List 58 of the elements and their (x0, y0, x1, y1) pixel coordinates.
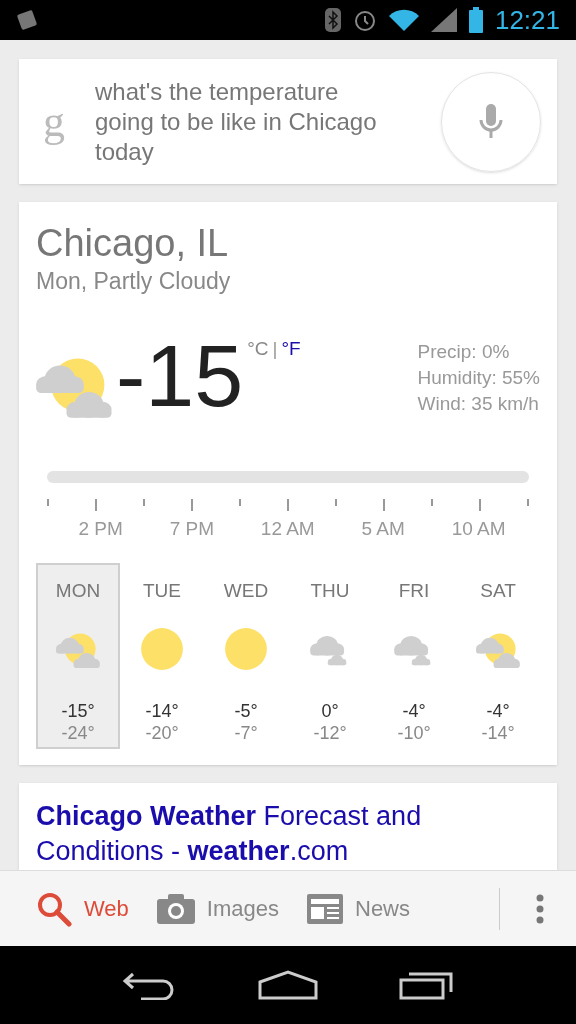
day-name: FRI (398, 579, 430, 603)
weather-detail: Precip: 0% (417, 339, 511, 364)
day-name: WED (223, 579, 269, 603)
unit-toggle[interactable]: °F (281, 334, 301, 363)
high-temperature: 0° (321, 699, 339, 722)
timeline-label: 12 AM (260, 516, 315, 541)
unit-toggle[interactable]: °C (247, 334, 269, 363)
wifi-icon (388, 9, 419, 31)
unit-separator: | (272, 336, 278, 361)
result-link[interactable]: Chicago Weather Forecast and Conditions - weather.com (36, 799, 436, 869)
location-title: Chicago, IL (36, 222, 230, 264)
search-icon (36, 890, 72, 927)
day-name: MON (55, 579, 101, 603)
microphone-icon (479, 103, 503, 140)
alarm-icon (352, 8, 377, 32)
search-tab[interactable]: Web (36, 890, 129, 927)
forecast-day[interactable]: WED -5° -7° (204, 563, 288, 749)
current-temperature: -15 (116, 330, 244, 421)
battery-icon (468, 7, 483, 33)
timeline-label: 2 PM (78, 516, 123, 541)
high-temperature: -14° (145, 699, 179, 722)
low-temperature: -10° (397, 721, 431, 744)
high-temperature: -4° (486, 699, 510, 722)
weather-summary: Mon, Partly Cloudy (36, 267, 232, 296)
camera-icon (156, 893, 195, 924)
timeline-track[interactable] (47, 470, 529, 483)
timeline-label: 10 AM (451, 516, 506, 541)
weather-detail: Wind: 35 km/h (417, 391, 540, 416)
timeline-label: 7 PM (169, 516, 214, 541)
high-temperature: -15° (61, 699, 95, 722)
more-options-icon[interactable] (536, 893, 544, 924)
timeline-label: 5 AM (361, 516, 405, 541)
low-temperature: -20° (145, 721, 179, 744)
forecast-day[interactable]: FRI -4° -10° (372, 563, 456, 749)
clock: 12:21 (494, 3, 560, 37)
low-temperature: -7° (234, 721, 258, 744)
day-name: THU (310, 579, 350, 603)
low-temperature: -12° (313, 721, 347, 744)
day-name: SAT (480, 579, 516, 603)
forecast-day[interactable]: MON -15° -24° (36, 563, 120, 749)
newspaper-icon (307, 893, 343, 924)
bluetooth-icon (324, 8, 341, 32)
sun-icon (140, 626, 184, 671)
weather-detail: Humidity: 55% (417, 365, 540, 390)
forecast-day[interactable]: TUE -14° -20° (120, 563, 204, 749)
search-query[interactable]: what's the temperature going to be like in Chicago today (95, 76, 441, 167)
high-temperature: -4° (402, 699, 426, 722)
low-temperature: -14° (481, 721, 515, 744)
high-temperature: -5° (234, 699, 258, 722)
google-logo: g (43, 95, 66, 148)
forecast-day[interactable]: SAT -4° -14° (456, 563, 540, 749)
recents-icon[interactable] (399, 970, 456, 1000)
low-temperature: -24° (61, 721, 95, 744)
home-icon[interactable] (258, 970, 318, 1000)
day-name: TUE (143, 579, 181, 603)
forecast-day[interactable]: THU 0° -12° (288, 563, 372, 749)
signal-icon (430, 8, 457, 32)
sun-icon (224, 626, 268, 671)
